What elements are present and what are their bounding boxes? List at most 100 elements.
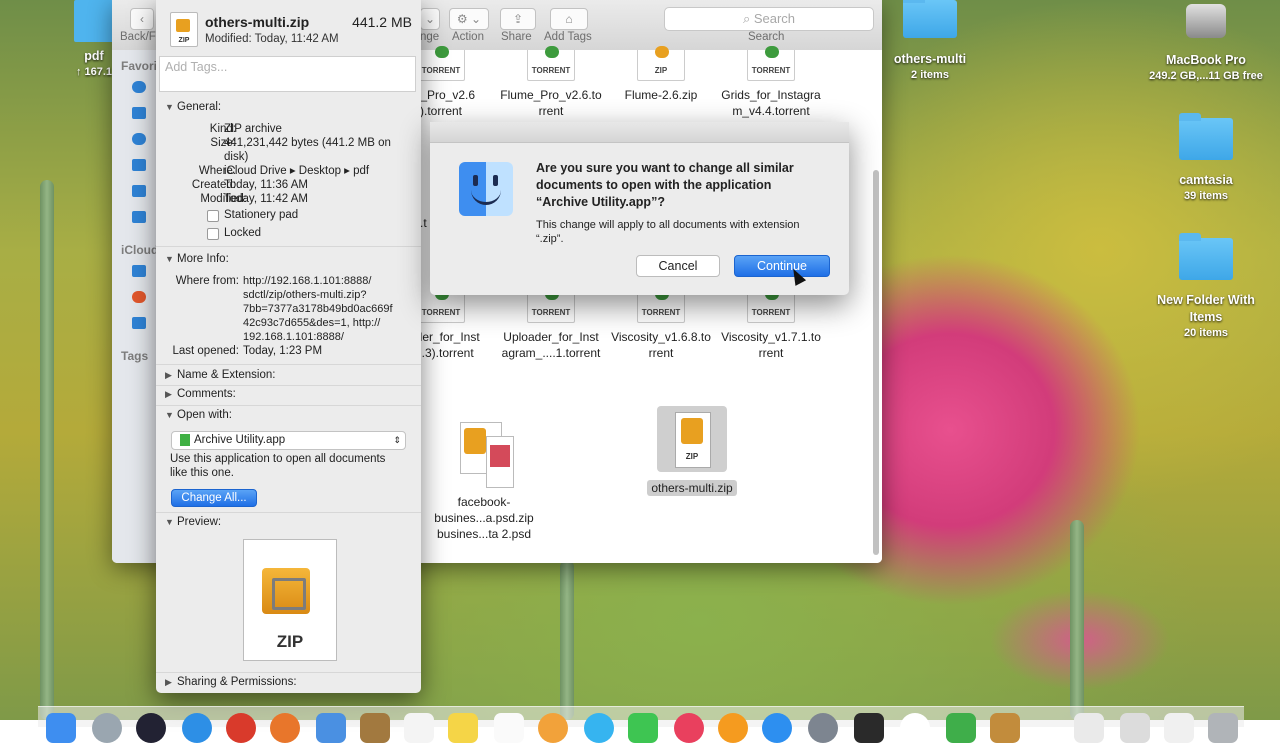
file-item[interactable]: TORRENT Grids_for_Instagra m_v4.4.torrent <box>716 46 826 119</box>
locked-label: Locked <box>224 227 262 239</box>
desktop-item-pdf[interactable]: pdf ↑ 167.1 <box>74 0 114 79</box>
continue-button[interactable]: Continue <box>734 255 830 277</box>
back-button[interactable]: ‹ <box>130 8 154 30</box>
documents-icon[interactable] <box>132 185 146 197</box>
computer-icon[interactable] <box>132 317 146 329</box>
downloads-stack-dock-icon[interactable] <box>1120 713 1150 743</box>
photos-dock-icon[interactable] <box>538 713 568 743</box>
get-info-panel: others-multi.zip 441.2 MB Modified: Toda… <box>156 0 421 693</box>
locked-checkbox[interactable] <box>207 228 219 240</box>
section-open-with-toggle[interactable]: ▼ Open with: <box>165 409 232 421</box>
desktop-item-others-multi[interactable]: others-multi 2 items <box>880 0 980 82</box>
zip-preview-label: ZIP <box>276 632 304 651</box>
safari-dock-icon[interactable] <box>182 713 212 743</box>
facetime-dock-icon[interactable] <box>628 713 658 743</box>
torrent-file-icon: TORRENT <box>417 288 465 323</box>
add-tags-button[interactable]: ⌂ <box>550 8 588 30</box>
desktop-icon[interactable] <box>132 159 146 171</box>
trash-dock-icon[interactable] <box>1208 713 1238 743</box>
size-value: 441,231,442 bytes (441.2 MB on disk) <box>224 137 391 163</box>
file-item-selected[interactable]: ZIP others-multi.zip <box>644 406 740 496</box>
airdrop-icon[interactable] <box>132 81 146 93</box>
info-modified: Modified: Today, 11:42 AM <box>205 33 339 45</box>
share-button[interactable]: ⇪ <box>500 8 536 30</box>
search-icon: ⌕ <box>742 11 751 26</box>
numbers-dock-icon[interactable] <box>946 713 976 743</box>
archive-cabinet-icon <box>262 568 310 614</box>
calendar-dock-icon[interactable] <box>404 713 434 743</box>
select-arrows-icon: ⇕ <box>393 435 401 445</box>
launchpad-dock-icon[interactable] <box>92 713 122 743</box>
contacts-dock-icon[interactable] <box>360 713 390 743</box>
vertical-scrollbar[interactable] <box>873 170 879 555</box>
ibooks-dock-icon[interactable] <box>718 713 748 743</box>
tags-input[interactable]: Add Tags... <box>159 56 416 92</box>
utility-dock-icon[interactable] <box>990 713 1020 743</box>
file-name: Viscosity_v1.6.8.to rrent <box>611 330 711 360</box>
finder-dock-icon[interactable] <box>46 713 76 743</box>
stationery-checkbox[interactable] <box>207 210 219 222</box>
search-field[interactable]: ⌕ Search <box>664 7 874 31</box>
folder-icon <box>1179 113 1233 160</box>
icloud-drive-icon[interactable] <box>132 265 146 277</box>
desktop-item-new-folder[interactable]: New Folder With Items 20 items <box>1146 233 1266 340</box>
desktop-item-sub: 39 items <box>1183 190 1229 202</box>
dialog-message: Are you sure you want to change all simi… <box>536 161 794 209</box>
file-item[interactable]: TORRENT Uploader_for_Inst agram_....1.tor… <box>496 288 606 361</box>
view-button[interactable]: ⌄ <box>420 8 440 30</box>
cancel-button[interactable]: Cancel <box>636 255 720 277</box>
desktop-item-sub: 2 items <box>911 69 949 81</box>
where-value: iCloud Drive ▸ Desktop ▸ pdf <box>224 165 370 177</box>
terminal-dock-icon[interactable] <box>854 713 884 743</box>
modified-value: Today, 11:42 AM <box>224 193 308 205</box>
applications-icon[interactable] <box>132 107 146 119</box>
divider <box>156 246 421 247</box>
section-comments-toggle[interactable]: ▶ Comments: <box>165 388 236 400</box>
sidebar-section-favorites: Favori <box>121 59 158 73</box>
documents-stack-dock-icon[interactable] <box>1074 713 1104 743</box>
messages-dock-icon[interactable] <box>584 713 614 743</box>
file-name: Flume_Pro_v2.6.to rrent <box>500 88 602 118</box>
section-preview-toggle[interactable]: ▼ Preview: <box>165 516 221 528</box>
file-item-overlap[interactable]: facebook-busines...a.psd.zip busines...ta… <box>424 422 544 542</box>
disclosure-open-icon: ▼ <box>165 102 174 112</box>
mail-dock-icon[interactable] <box>316 713 346 743</box>
photos-icon[interactable] <box>132 291 146 303</box>
notes-dock-icon[interactable] <box>448 713 478 743</box>
open-with-select[interactable]: Archive Utility.app ⇕ <box>171 431 406 450</box>
preview-dock-icon[interactable] <box>900 713 930 743</box>
file-item[interactable]: TORRENT Flume_Pro_v2.6.to rrent <box>496 46 606 119</box>
app-store-icon[interactable] <box>132 133 146 145</box>
reminders-dock-icon[interactable] <box>494 713 524 743</box>
share-icon: ⇪ <box>512 12 524 26</box>
desktop-item-macbook-pro[interactable]: MacBook Pro 249.2 GB,...11 GB free <box>1136 0 1276 83</box>
torrent-file-icon: TORRENT <box>747 46 795 81</box>
divider <box>156 364 421 365</box>
siri-dock-icon[interactable] <box>136 713 166 743</box>
folder-stack-dock-icon[interactable] <box>1164 713 1194 743</box>
sidebar-section-icloud: iCloud <box>121 243 159 257</box>
change-all-button[interactable]: Change All... <box>171 489 257 507</box>
file-item[interactable]: ZIP Flume-2.6.zip <box>606 46 716 103</box>
action-button[interactable]: ⚙ ⌄ <box>449 8 489 30</box>
section-general-toggle[interactable]: ▼ General: <box>165 101 221 113</box>
file-name: facebook-busines...a.psd.zip busines...ta… <box>434 495 534 541</box>
chrome-dock-icon[interactable] <box>226 713 256 743</box>
file-name: Grids_for_Instagra m_v4.4.torrent <box>721 88 821 118</box>
firefox-dock-icon[interactable] <box>270 713 300 743</box>
file-item[interactable]: TORRENT Viscosity_v1.7.1.to rrent <box>716 288 826 361</box>
view-label: nge <box>420 31 440 43</box>
disclosure-closed-icon: ▶ <box>165 389 172 399</box>
downloads-icon[interactable] <box>132 211 146 223</box>
system-preferences-dock-icon[interactable] <box>808 713 838 743</box>
info-size: 441.2 MB <box>352 14 412 30</box>
torrent-file-icon: TORRENT <box>637 288 685 323</box>
hard-drive-icon <box>1186 4 1226 38</box>
app-store-dock-icon[interactable] <box>762 713 792 743</box>
section-sharing-toggle[interactable]: ▶ Sharing & Permissions: <box>165 676 297 688</box>
desktop-item-camtasia[interactable]: camtasia 39 items <box>1156 113 1256 203</box>
section-name-extension-toggle[interactable]: ▶ Name & Extension: <box>165 369 275 381</box>
file-item[interactable]: TORRENT Viscosity_v1.6.8.to rrent <box>606 288 716 361</box>
section-more-info-toggle[interactable]: ▼ More Info: <box>165 253 229 265</box>
itunes-dock-icon[interactable] <box>674 713 704 743</box>
